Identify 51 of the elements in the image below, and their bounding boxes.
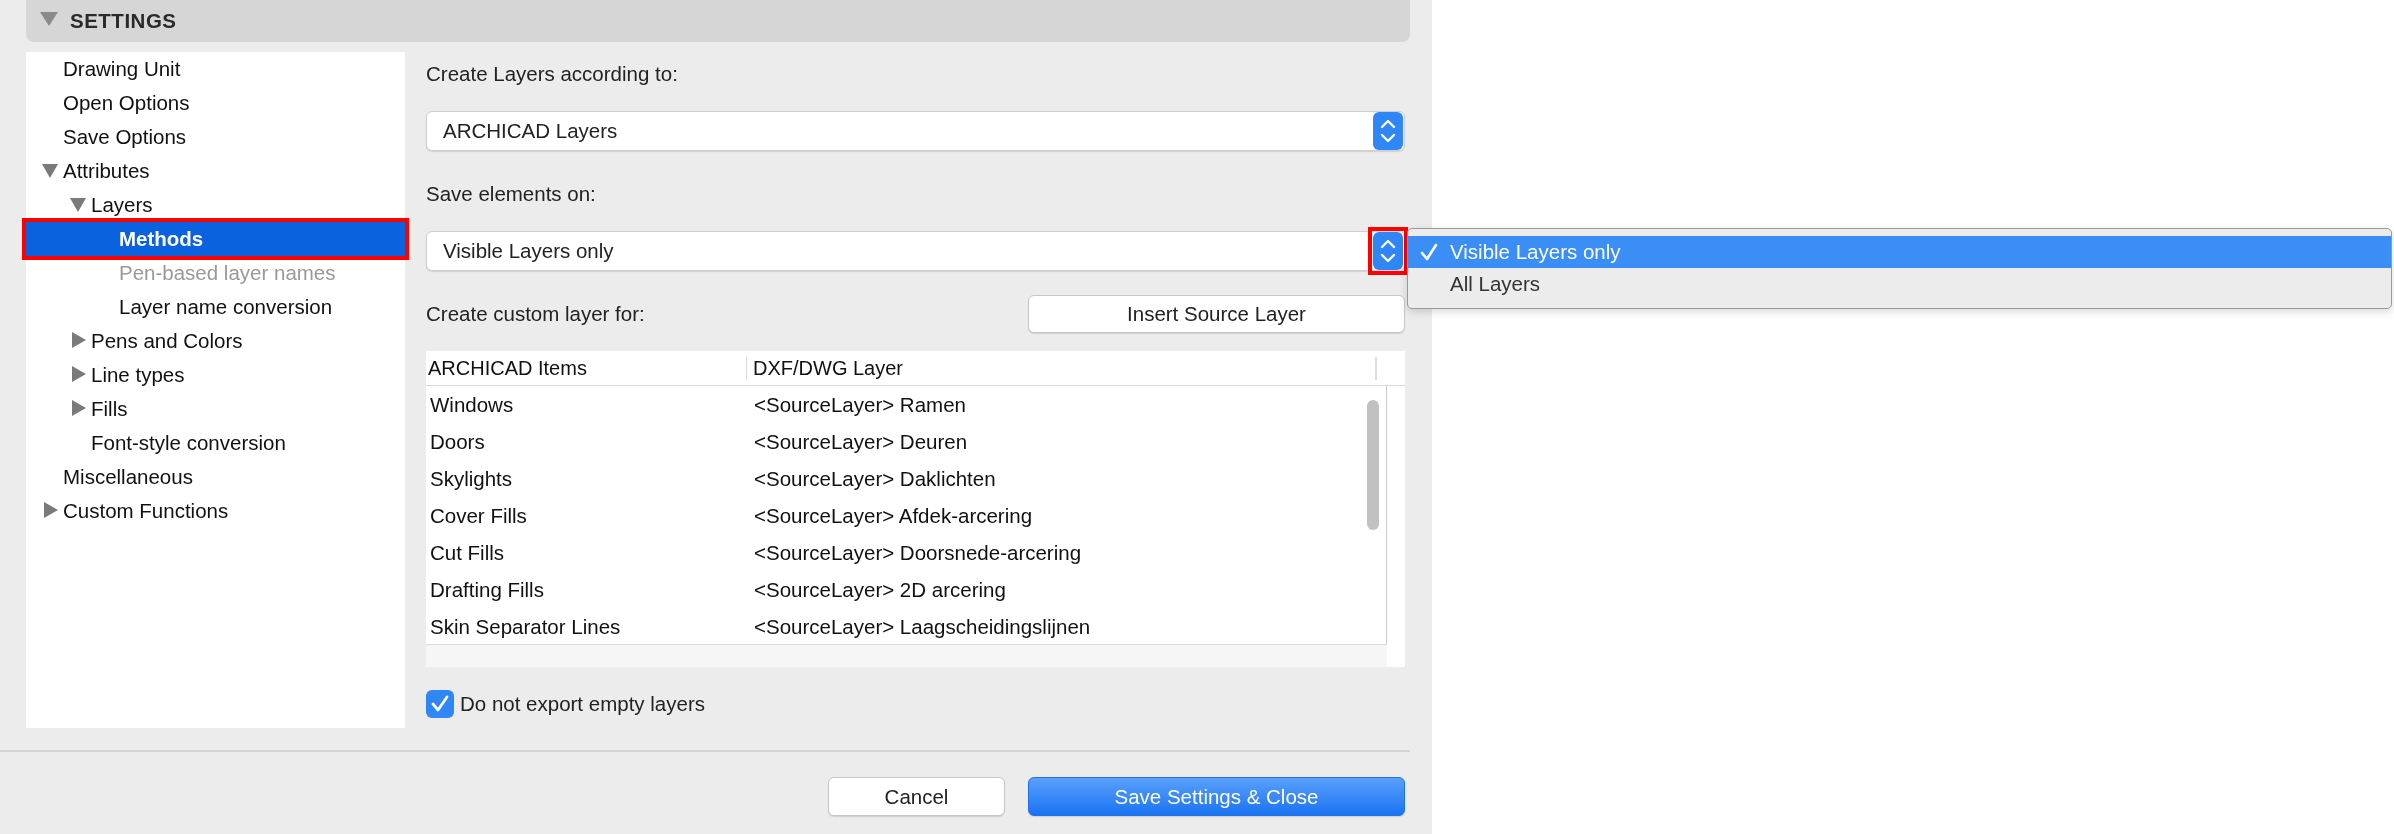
cancel-button[interactable]: Cancel — [828, 777, 1005, 816]
column-header[interactable]: ARCHICAD Items — [426, 356, 747, 380]
table-cell-text: Cut Fills — [429, 540, 506, 565]
checkmark-icon — [1420, 243, 1438, 261]
sidebar-item[interactable]: Layers — [26, 188, 405, 222]
table-cell-text: Windows — [429, 392, 515, 417]
expand-triangle-icon[interactable] — [70, 400, 86, 418]
field-label: Create custom layer for: — [426, 301, 645, 327]
table-cell-text: Drafting Fills — [429, 577, 545, 602]
sidebar-item[interactable]: Drawing Unit — [26, 52, 405, 86]
dropdown-value: ARCHICAD Layers — [443, 119, 618, 143]
table-cell-text: <SourceLayer> Daklichten — [753, 466, 996, 491]
column-header[interactable]: DXF/DWG Layer — [747, 356, 1377, 380]
collapse-triangle-icon[interactable] — [70, 196, 86, 214]
table-cell-text: Doors — [429, 429, 486, 454]
collapse-triangle-icon[interactable] — [42, 162, 58, 180]
table-cell-text: Skin Separator Lines — [429, 614, 622, 639]
sidebar-item[interactable]: Save Options — [26, 120, 405, 154]
sidebar-item[interactable]: Miscellaneous — [26, 460, 405, 494]
section-title: SETTINGS — [70, 9, 177, 33]
sidebar-item[interactable]: Fills — [26, 392, 405, 426]
table-cell-text: <SourceLayer> Afdek-arcering — [753, 503, 1033, 528]
expand-triangle-icon[interactable] — [70, 366, 86, 384]
section-header[interactable]: SETTINGS — [26, 0, 1410, 42]
insert-source-layer-button[interactable]: Insert Source Layer — [1028, 295, 1405, 333]
stepper-icon[interactable] — [1373, 112, 1403, 150]
table-cell-text: Skylights — [429, 466, 514, 491]
dropdown-field[interactable]: ARCHICAD Layers — [426, 111, 1405, 151]
table-cell-text: <SourceLayer> Laagscheidingslijnen — [753, 614, 1091, 639]
table-cell-text: Cover Fills — [429, 503, 528, 528]
checkbox-label[interactable]: Do not export empty layers — [460, 689, 705, 719]
sidebar-item[interactable]: Font-style conversion — [26, 426, 405, 460]
table-cell-text: <SourceLayer> Deuren — [753, 429, 968, 454]
expand-triangle-icon[interactable] — [42, 502, 58, 520]
sidebar-item[interactable]: Line types — [26, 358, 405, 392]
table-cell-text: <SourceLayer> Ramen — [753, 392, 966, 417]
sidebar-item[interactable]: Layer name conversion — [26, 290, 405, 324]
sidebar-item[interactable]: Custom Functions — [26, 494, 405, 528]
scrollbar-thumb[interactable] — [1367, 400, 1379, 530]
table-cell-text: <SourceLayer> 2D arcering — [753, 577, 1006, 602]
menu-option[interactable]: All Layers — [1408, 268, 2391, 300]
field-label: Create Layers according to: — [426, 61, 679, 87]
checkbox[interactable] — [426, 690, 454, 718]
sidebar-item[interactable]: Open Options — [26, 86, 405, 120]
dropdown-value: Visible Layers only — [443, 239, 614, 263]
expand-triangle-icon[interactable] — [70, 332, 86, 350]
stepper-icon[interactable] — [1368, 227, 1408, 275]
table-cell-text: <SourceLayer> Doorsnede-arcering — [753, 540, 1082, 565]
sidebar-item[interactable]: Attributes — [26, 154, 405, 188]
field-label: Save elements on: — [426, 181, 597, 207]
sidebar-item[interactable]: Pens and Colors — [26, 324, 405, 358]
